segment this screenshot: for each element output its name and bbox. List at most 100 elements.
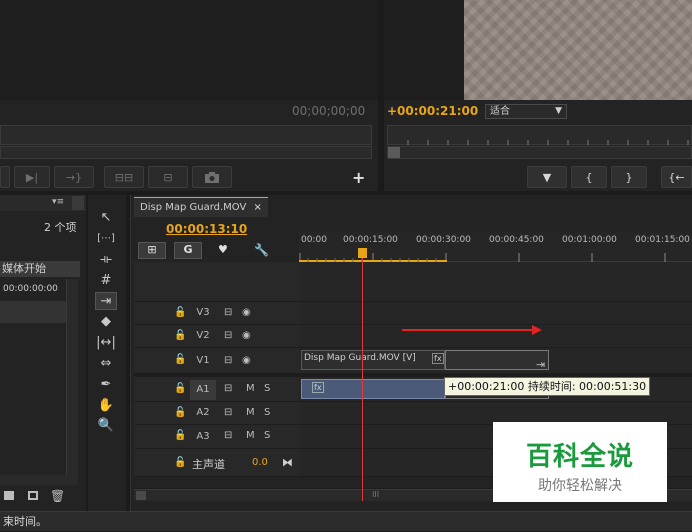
- selection-tool-icon[interactable]: ↖: [95, 209, 117, 227]
- source-time-ruler[interactable]: [0, 125, 372, 145]
- project-horizontal-scrollbar[interactable]: [0, 475, 78, 485]
- track-header-v1[interactable]: 🔓 V1 ⊟ ◉: [134, 348, 299, 374]
- scroll-grip[interactable]: III: [372, 490, 379, 499]
- drag-tooltip: +00:00:21:00 持续时间: 00:00:51:30: [444, 377, 651, 396]
- mute-button[interactable]: M: [246, 430, 255, 441]
- video-clip[interactable]: Disp Map Guard.MOV [V] fx: [301, 350, 445, 370]
- column-header-media-start[interactable]: 媒体开始: [0, 261, 80, 277]
- source-scrollbar[interactable]: [0, 146, 372, 159]
- eye-icon[interactable]: ◉: [242, 307, 251, 318]
- track-name-v1[interactable]: V1: [190, 351, 216, 371]
- project-vertical-scrollbar[interactable]: [66, 279, 78, 485]
- project-item-count: 2 个项: [44, 221, 77, 234]
- lock-icon[interactable]: 🔓: [174, 354, 186, 365]
- tab-sequence[interactable]: Disp Map Guard.MOV ×: [134, 197, 268, 217]
- panel-menu-icon[interactable]: ▾≡: [52, 197, 64, 207]
- track-header-v2[interactable]: 🔓 V2 ⊟ ◉: [134, 325, 299, 348]
- slide-tool-icon[interactable]: ⇔: [95, 355, 117, 373]
- new-bin-icon[interactable]: [4, 491, 14, 500]
- filmstrip-icon[interactable]: ⊟: [224, 307, 232, 318]
- solo-button[interactable]: S: [264, 407, 270, 418]
- step-forward-button[interactable]: ▶|: [14, 166, 50, 188]
- source-monitor: 00;00;00;00 ▶| →} ⊟⊟ ⊟ +: [0, 0, 378, 191]
- audio-clip[interactable]: fx: [301, 379, 445, 399]
- eye-icon[interactable]: ◉: [242, 355, 251, 366]
- tab-close-icon[interactable]: ×: [254, 202, 262, 213]
- track-area-spacer: [299, 262, 692, 302]
- track-header-a2[interactable]: 🔓 A2 ⊟ M S: [134, 402, 299, 425]
- rolling-edit-tool-icon[interactable]: #: [95, 272, 117, 290]
- timeline-playhead-timecode[interactable]: 00:00:13:10: [166, 222, 247, 236]
- master-meter-icon[interactable]: ⧓: [282, 456, 293, 469]
- program-time-ruler[interactable]: [387, 125, 692, 145]
- filmstrip-icon[interactable]: ⊟: [224, 430, 232, 441]
- track-name-v2[interactable]: V2: [190, 326, 216, 346]
- eye-icon[interactable]: ◉: [242, 330, 251, 341]
- mute-button[interactable]: M: [246, 407, 255, 418]
- filmstrip-icon[interactable]: ⊟: [224, 330, 232, 341]
- panel-scroll-icon[interactable]: [72, 196, 84, 210]
- linked-selection-icon[interactable]: G: [174, 242, 202, 259]
- track-header-v3[interactable]: 🔓 V3 ⊟ ◉: [134, 302, 299, 325]
- track-v1[interactable]: Disp Map Guard.MOV [V] fx: [299, 348, 692, 374]
- insert-button[interactable]: ⊟⊟: [104, 166, 144, 188]
- hand-tool-icon[interactable]: ✋: [95, 397, 117, 415]
- track-header-a1[interactable]: 🔓 A1 ⊟ M S: [134, 377, 299, 402]
- lock-icon[interactable]: 🔓: [174, 307, 186, 318]
- track-select-tool-icon[interactable]: [⋯]: [95, 230, 117, 248]
- track-v3[interactable]: [299, 302, 692, 325]
- track-header-a3[interactable]: 🔓 A3 ⊟ M S: [134, 425, 299, 449]
- source-btn-edge[interactable]: [0, 166, 10, 188]
- red-arrow-annotation: [402, 325, 542, 335]
- new-item-icon[interactable]: [28, 491, 38, 500]
- lock-icon[interactable]: 🔓: [174, 383, 186, 394]
- slip-tool-icon[interactable]: |↔|: [95, 334, 117, 352]
- lock-icon[interactable]: 🔓: [174, 330, 186, 341]
- mark-in-button[interactable]: {: [571, 166, 607, 188]
- zoom-select-value: 适合: [490, 106, 510, 117]
- snap-in-icon[interactable]: ⊞: [138, 242, 166, 259]
- razor-tool-icon[interactable]: ◆: [95, 313, 117, 331]
- mute-button[interactable]: M: [246, 383, 255, 394]
- track-name-v3[interactable]: V3: [190, 303, 216, 323]
- scroll-left-handle[interactable]: [136, 491, 146, 500]
- master-track-name[interactable]: 主声道: [192, 456, 225, 472]
- program-scrollbar[interactable]: [387, 146, 692, 159]
- overwrite-button[interactable]: ⊟: [148, 166, 188, 188]
- ripple-edit-tool-icon[interactable]: ⟛: [95, 251, 117, 269]
- lock-icon[interactable]: 🔓: [174, 407, 186, 418]
- go-to-in-button[interactable]: {←: [661, 166, 692, 188]
- track-name-a3[interactable]: A3: [190, 427, 216, 447]
- master-volume-value[interactable]: 0.0: [252, 457, 268, 468]
- zoom-tool-icon[interactable]: 🔍: [95, 417, 117, 435]
- wrench-icon[interactable]: 🔧: [254, 243, 269, 257]
- pen-tool-icon[interactable]: ✒: [95, 376, 117, 394]
- ruler-label: 00:00:30:00: [416, 235, 471, 245]
- add-marker-icon[interactable]: ♥: [218, 243, 228, 256]
- zoom-select[interactable]: 适合 ▼: [485, 104, 567, 119]
- mark-out-button[interactable]: }: [611, 166, 647, 188]
- lock-icon[interactable]: 🔓: [174, 430, 186, 441]
- add-marker-button[interactable]: ▼: [527, 166, 567, 188]
- trash-icon[interactable]: 🗑: [50, 489, 65, 503]
- program-scroll-handle[interactable]: [388, 147, 400, 158]
- project-selected-row[interactable]: [0, 301, 66, 323]
- playhead-handle[interactable]: [358, 248, 367, 258]
- source-timecode[interactable]: 00;00;00;00: [292, 104, 365, 118]
- lock-icon[interactable]: 🔓: [174, 457, 186, 468]
- solo-button[interactable]: S: [264, 430, 270, 441]
- track-header-master[interactable]: 🔓 主声道 0.0 ⧓: [134, 449, 299, 477]
- track-name-a1[interactable]: A1: [190, 380, 216, 400]
- filmstrip-icon[interactable]: ⊟: [224, 355, 232, 366]
- track-name-a2[interactable]: A2: [190, 403, 216, 423]
- rate-stretch-tool-icon[interactable]: ⇥: [95, 292, 117, 310]
- playhead-line[interactable]: [362, 248, 363, 501]
- export-frame-icon[interactable]: [192, 166, 232, 188]
- playhead-timecode-value: 00:00:13:10: [166, 222, 248, 236]
- go-to-out-button[interactable]: →}: [54, 166, 94, 188]
- add-button[interactable]: +: [352, 168, 365, 187]
- filmstrip-icon[interactable]: ⊟: [224, 407, 232, 418]
- filmstrip-icon[interactable]: ⊟: [224, 383, 232, 394]
- program-timecode[interactable]: +00:00:21:00: [387, 104, 478, 118]
- solo-button[interactable]: S: [264, 383, 270, 394]
